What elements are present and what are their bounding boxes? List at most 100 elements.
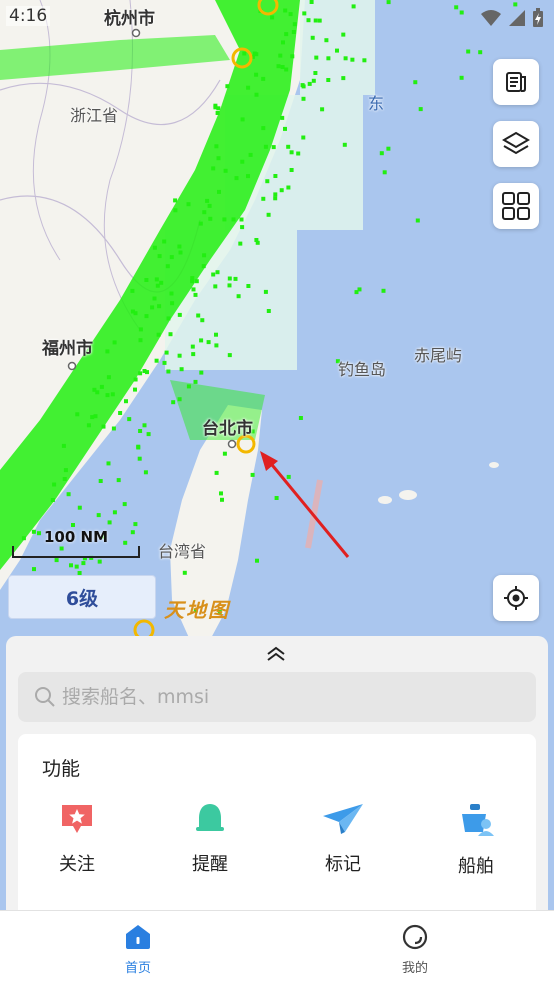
ship-marker — [169, 255, 174, 260]
ship-marker — [97, 559, 102, 564]
ship-marker — [276, 64, 281, 69]
island-label-chiwei: 赤尾屿 — [414, 346, 463, 365]
ship-marker — [177, 244, 182, 249]
ship-marker — [81, 561, 86, 566]
ship-marker — [133, 522, 138, 527]
function-ships[interactable]: 船舶 — [426, 802, 526, 878]
ship-marker — [234, 176, 239, 181]
function-follow[interactable]: 关注 — [27, 802, 127, 876]
layers-button[interactable] — [493, 121, 539, 167]
ship-marker — [263, 144, 268, 149]
nav-profile[interactable]: 我的 — [375, 923, 455, 976]
ship-marker — [130, 288, 135, 293]
ship-marker — [324, 38, 329, 43]
locate-icon — [504, 586, 528, 610]
news-button[interactable] — [493, 59, 539, 105]
ship-marker — [142, 423, 147, 428]
ship-marker — [154, 358, 159, 363]
ship-marker — [179, 367, 184, 372]
bottom-panel: 功能 关注 提醒 标记 — [6, 636, 548, 934]
function-ships-label: 船舶 — [458, 856, 494, 877]
ship-marker — [239, 217, 244, 222]
island-label-diaoyu: 钓鱼岛 — [338, 360, 387, 379]
ship-marker — [32, 567, 36, 572]
ship-marker — [216, 156, 221, 161]
ship-marker — [286, 185, 291, 190]
ship-marker — [138, 371, 143, 376]
ship-marker — [130, 309, 135, 314]
ship-marker — [341, 76, 346, 81]
ship-marker — [459, 75, 464, 80]
ship-marker — [233, 276, 238, 281]
ship-marker — [223, 168, 228, 173]
ship-marker — [157, 304, 162, 309]
ship-marker — [122, 502, 127, 507]
search-box[interactable] — [18, 672, 536, 722]
search-input[interactable] — [60, 685, 524, 709]
ship-marker — [143, 470, 148, 475]
ship-marker — [478, 50, 483, 55]
ship-marker — [71, 523, 75, 527]
ship-marker — [248, 152, 253, 157]
ship-marker — [191, 287, 196, 292]
ship-marker — [112, 510, 117, 515]
ship-marker — [298, 416, 303, 420]
ship-marker — [177, 353, 182, 358]
ship-marker — [261, 126, 266, 131]
ship-marker — [326, 56, 331, 61]
ship-marker — [255, 558, 259, 563]
ship-marker — [138, 327, 143, 332]
ship-marker — [186, 384, 191, 389]
ship-marker — [124, 399, 128, 404]
search-icon — [35, 687, 55, 707]
ship-marker — [173, 208, 178, 213]
ship-marker — [273, 174, 278, 178]
ship-marker — [63, 468, 68, 473]
ship-marker — [220, 497, 224, 502]
nav-home-label: 首页 — [124, 961, 151, 976]
ship-marker — [111, 426, 116, 431]
ship-marker — [310, 35, 315, 40]
ship-marker — [240, 117, 245, 122]
ship-marker — [214, 343, 219, 348]
grid-apps-button[interactable] — [493, 183, 539, 229]
city-label-fuzhou: 福州市 — [42, 339, 93, 359]
ship-marker — [289, 168, 294, 172]
ship-marker — [280, 115, 285, 120]
status-bar: 4:16 — [0, 0, 554, 34]
nav-home[interactable]: 首页 — [98, 923, 178, 976]
ship-marker — [193, 379, 198, 384]
city-label-taipei: 台北市 — [202, 419, 253, 439]
ship-marker — [110, 392, 115, 397]
ship-marker — [222, 217, 227, 222]
locate-button[interactable] — [493, 575, 539, 621]
ship-marker — [278, 53, 283, 58]
ship-marker — [207, 203, 212, 208]
ship-marker — [194, 279, 199, 284]
ship-marker — [214, 144, 219, 149]
ship-marker — [300, 83, 305, 88]
ship-marker — [466, 49, 471, 54]
ship-marker — [313, 71, 318, 75]
ship-marker — [182, 570, 187, 575]
function-alert[interactable]: 提醒 — [160, 802, 260, 876]
ship-marker — [173, 198, 178, 203]
ship-marker — [342, 142, 347, 147]
ship-marker — [190, 344, 195, 349]
ship-marker — [240, 159, 245, 164]
function-mark[interactable]: 标记 — [293, 802, 393, 876]
ship-marker — [283, 126, 287, 131]
layers-icon — [502, 131, 530, 155]
ship-marker — [222, 451, 227, 456]
profile-icon — [402, 924, 428, 950]
wifi-icon — [481, 10, 501, 26]
ship-marker — [199, 338, 204, 343]
ship-marker — [202, 253, 207, 258]
ship-marker — [144, 278, 149, 282]
ship-marker — [99, 384, 104, 389]
ship-marker — [382, 170, 387, 175]
favorite-star-icon — [62, 805, 92, 833]
ship-marker — [127, 417, 132, 422]
battery-charging-icon — [533, 8, 543, 27]
chevron-up-icon[interactable] — [264, 644, 288, 664]
